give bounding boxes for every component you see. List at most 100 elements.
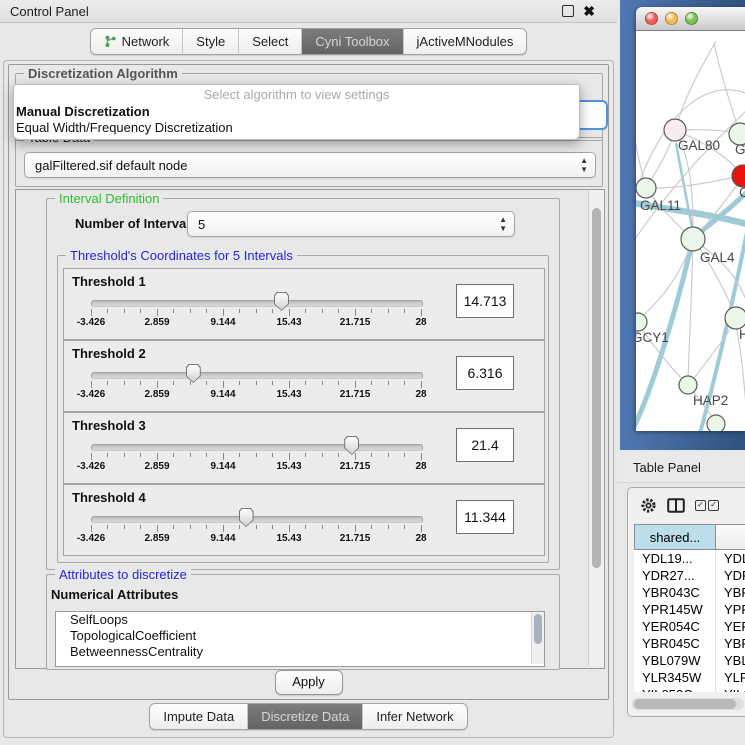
attribute-item[interactable]: BetweennessCentrality bbox=[56, 644, 544, 660]
slider-tick-label: 21.715 bbox=[340, 533, 371, 544]
tab-network[interactable]: Network bbox=[91, 29, 183, 54]
tab-label: jActiveMNodules bbox=[417, 29, 514, 54]
slider-tick bbox=[421, 381, 422, 388]
network-node-H[interactable] bbox=[725, 307, 745, 329]
network-canvas[interactable]: GAL80GACGAL11GAL4GCY1HHAP2 bbox=[636, 31, 745, 431]
slider-track[interactable] bbox=[91, 444, 423, 451]
slider-tick bbox=[371, 525, 372, 529]
table-panel-title: Table Panel bbox=[633, 460, 701, 475]
gear-icon[interactable] bbox=[640, 497, 657, 514]
network-edge[interactable] bbox=[692, 322, 735, 381]
slider-tick bbox=[239, 453, 240, 457]
slider-tick bbox=[289, 309, 290, 316]
slider-tick bbox=[91, 453, 92, 460]
threshold-label: Threshold 3 bbox=[72, 418, 146, 433]
network-node-GAL11[interactable] bbox=[636, 178, 656, 198]
table-row[interactable]: YER054CYER0 bbox=[634, 618, 745, 635]
slider-tick bbox=[107, 381, 108, 385]
cell-name: YDR2 bbox=[716, 567, 745, 584]
attributes-list[interactable]: SelfLoopsTopologicalCoefficientBetweenne… bbox=[55, 611, 545, 667]
checkbox-icon[interactable]: ✓ bbox=[708, 500, 719, 511]
checkbox-icon[interactable]: ✓ bbox=[695, 500, 706, 511]
table-row[interactable]: YBR045CYBR0 bbox=[634, 635, 745, 652]
tab-discretize-data[interactable]: Discretize Data bbox=[247, 704, 362, 729]
network-node-HAP2[interactable] bbox=[679, 376, 697, 394]
table-row[interactable]: YDR27...YDR2 bbox=[634, 567, 745, 584]
algorithm-option[interactable]: Equal Width/Frequency Discretization bbox=[14, 120, 579, 136]
algorithm-option[interactable]: Manual Discretization bbox=[14, 104, 579, 120]
table-horizontal-scrollbar[interactable] bbox=[632, 698, 744, 710]
table-row[interactable]: YBR043CYBR0 bbox=[634, 584, 745, 601]
tab-select[interactable]: Select bbox=[238, 29, 301, 54]
threshold-value-field[interactable]: 11.344 bbox=[456, 500, 514, 534]
zoom-traffic-light-icon[interactable] bbox=[685, 12, 698, 25]
slider-tick-label: 28 bbox=[415, 461, 426, 472]
tab-label: Infer Network bbox=[376, 704, 453, 729]
network-edge[interactable] bbox=[675, 41, 716, 130]
tab-impute-data[interactable]: Impute Data bbox=[150, 704, 247, 729]
column-header-name[interactable]: na bbox=[716, 524, 745, 550]
attribute-item[interactable]: TopologicalCoefficient bbox=[56, 628, 544, 644]
tab-style[interactable]: Style bbox=[182, 29, 238, 54]
close-icon[interactable]: ✖ bbox=[583, 4, 595, 18]
slider-tick bbox=[305, 525, 306, 529]
network-node-red-node[interactable] bbox=[732, 165, 745, 187]
slider-tick bbox=[190, 381, 191, 385]
network-node-label: GA bbox=[735, 142, 745, 157]
minimize-traffic-light-icon[interactable] bbox=[665, 12, 678, 25]
slider-tick bbox=[173, 525, 174, 529]
attribute-item[interactable]: SelfLoops bbox=[56, 612, 544, 628]
tab-cyni-toolbox[interactable]: Cyni Toolbox bbox=[301, 29, 402, 54]
attributes-group: Attributes to discretize Numerical Attri… bbox=[46, 574, 560, 670]
slider-tick-label: 9.144 bbox=[210, 317, 235, 328]
column-header-shared[interactable]: shared... bbox=[634, 524, 716, 550]
threshold-panel: Threshold 2-3.4262.8599.14415.4321.71528… bbox=[63, 340, 545, 412]
algorithm-prompt: Select algorithm to view settings bbox=[14, 87, 579, 104]
table-row[interactable]: YDL19...YDL1 bbox=[634, 550, 745, 567]
slider-tick bbox=[388, 309, 389, 313]
table-row[interactable]: YBL079WYBL0 bbox=[634, 652, 745, 669]
slider-tick-label: 2.859 bbox=[144, 533, 169, 544]
slider-tick bbox=[173, 381, 174, 385]
cell-name: YBR0 bbox=[716, 584, 745, 601]
tab-infer-network[interactable]: Infer Network bbox=[362, 704, 466, 729]
table-data-combobox[interactable]: galFiltered.sif default node ▲▼ bbox=[24, 152, 596, 178]
slider-tick bbox=[157, 309, 158, 316]
network-node-GCY1[interactable] bbox=[636, 313, 647, 331]
cell-name: YER0 bbox=[716, 618, 745, 635]
slider-tick-label: 21.715 bbox=[340, 461, 371, 472]
network-node-label: C bbox=[739, 185, 745, 200]
num-intervals-combobox[interactable]: 5 ▲▼ bbox=[187, 211, 515, 237]
network-node-GAL4[interactable] bbox=[681, 227, 705, 251]
slider-tick bbox=[371, 381, 372, 385]
threshold-value-field[interactable]: 21.4 bbox=[456, 428, 514, 462]
network-window-frame: GAL80GACGAL11GAL4GCY1HHAP2 bbox=[620, 0, 745, 450]
slider-tick bbox=[256, 309, 257, 313]
table-row[interactable]: YLR345WYLR3 bbox=[634, 669, 745, 686]
slider-track[interactable] bbox=[91, 372, 423, 379]
slider-track[interactable] bbox=[91, 516, 423, 523]
tab-jactivemnodules[interactable]: jActiveMNodules bbox=[403, 29, 527, 54]
threshold-value-field[interactable]: 6.316 bbox=[456, 356, 514, 390]
slider-tick bbox=[322, 525, 323, 529]
slider-tick-label: 15.43 bbox=[276, 389, 301, 400]
threshold-panel: Threshold 3-3.4262.8599.14415.4321.71528… bbox=[63, 412, 545, 484]
table-row[interactable]: YPR145WYPR1 bbox=[634, 601, 745, 618]
apply-button[interactable]: Apply bbox=[275, 670, 343, 695]
settings-vertical-scrollbar[interactable] bbox=[588, 190, 604, 666]
network-edge[interactable] bbox=[636, 106, 646, 188]
network-edge[interactable] bbox=[714, 43, 740, 134]
columns-icon[interactable] bbox=[667, 498, 685, 513]
table-row[interactable]: YIL052CYIL0 bbox=[634, 686, 745, 692]
threshold-value-field[interactable]: 14.713 bbox=[456, 284, 514, 318]
cell-name: YDL1 bbox=[716, 550, 745, 567]
slider-tick-label: 9.144 bbox=[210, 461, 235, 472]
slider-track[interactable] bbox=[91, 300, 423, 307]
network-window-titlebar bbox=[636, 7, 745, 31]
attributes-list-scrollbar[interactable] bbox=[531, 612, 544, 664]
table-data-combobox-value: galFiltered.sif default node bbox=[35, 158, 187, 173]
close-traffic-light-icon[interactable] bbox=[645, 12, 658, 25]
network-node-partial-node[interactable] bbox=[707, 415, 725, 431]
float-window-icon[interactable] bbox=[562, 5, 574, 17]
slider-tick bbox=[124, 309, 125, 313]
